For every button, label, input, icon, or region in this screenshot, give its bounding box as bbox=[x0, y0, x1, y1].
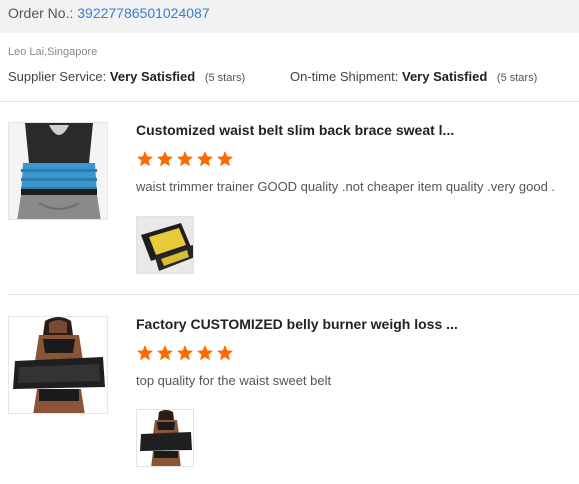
supplier-service-stars-text: (5 stars) bbox=[204, 72, 246, 84]
review-comment: waist trimmer trainer GOOD quality .not … bbox=[136, 179, 556, 194]
star-icon bbox=[157, 151, 173, 167]
belly-belt-model-photo[interactable] bbox=[136, 409, 194, 467]
divider bbox=[0, 101, 579, 102]
review-stars bbox=[136, 150, 234, 168]
shipment-rating: On-time Shipment: Very Satisfied (5 star… bbox=[290, 69, 537, 84]
order-number-link[interactable]: 39227786501024087 bbox=[77, 5, 209, 21]
supplier-service-rating: Supplier Service: Very Satisfied (5 star… bbox=[8, 69, 245, 84]
product-title-link[interactable]: Factory CUSTOMIZED belly burner weigh lo… bbox=[136, 316, 576, 332]
black-yellow-belt-photo[interactable] bbox=[136, 216, 194, 274]
supplier-service-label: Supplier Service: bbox=[8, 69, 107, 84]
waist-belt-blue-product-image[interactable] bbox=[8, 122, 108, 220]
star-icon bbox=[197, 151, 213, 167]
supplier-service-value: Very Satisfied bbox=[109, 69, 196, 84]
divider bbox=[8, 294, 579, 295]
shipment-value: Very Satisfied bbox=[402, 69, 488, 84]
star-icon bbox=[177, 151, 193, 167]
star-icon bbox=[217, 151, 233, 167]
order-label: Order No.: bbox=[8, 5, 74, 21]
shipment-stars-text: (5 stars) bbox=[496, 72, 538, 84]
order-header-bar: Order No.: 39227786501024087 bbox=[0, 0, 579, 33]
star-icon bbox=[157, 345, 173, 361]
reviewer-name-location: Leo Lai,Singapore bbox=[8, 46, 98, 58]
star-icon bbox=[137, 151, 153, 167]
star-icon bbox=[177, 345, 193, 361]
review-comment: top quality for the waist sweet belt bbox=[136, 373, 332, 388]
product-title-link[interactable]: Customized waist belt slim back brace sw… bbox=[136, 122, 576, 138]
belly-burner-belt-product-image[interactable] bbox=[8, 316, 108, 414]
review-stars bbox=[136, 344, 234, 362]
star-icon bbox=[197, 345, 213, 361]
star-icon bbox=[137, 345, 153, 361]
shipment-label: On-time Shipment: bbox=[290, 69, 399, 84]
star-icon bbox=[217, 345, 233, 361]
